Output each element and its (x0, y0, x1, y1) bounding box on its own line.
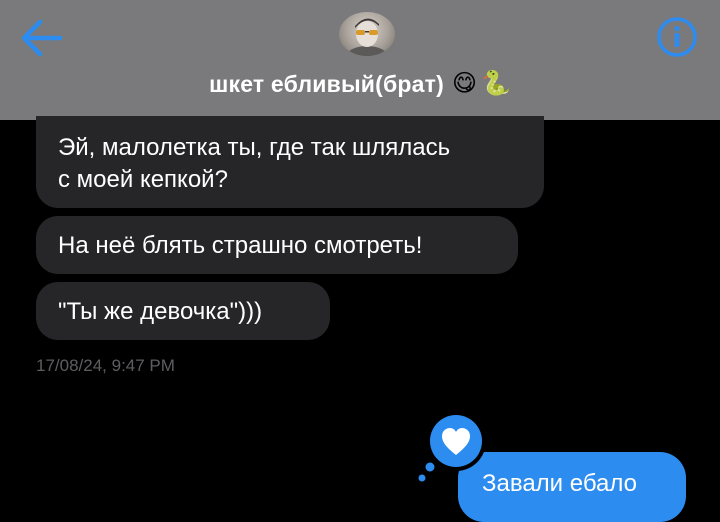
chat-header: шкет ебливый(брат) 😋 🐍 (0, 0, 720, 120)
incoming-message[interactable]: "Ты же девочка"))) (36, 282, 330, 340)
heart-reaction-icon[interactable] (416, 406, 496, 486)
contact-avatar[interactable] (339, 12, 395, 56)
yum-emoji: 😋 (451, 70, 477, 97)
incoming-message[interactable]: Эй, малолетка ты, где так шлялась с моей… (36, 116, 544, 208)
snake-emoji: 🐍 (481, 70, 511, 97)
contact-name: шкет ебливый(брат) (209, 70, 444, 97)
back-arrow-icon[interactable] (18, 18, 64, 58)
incoming-message[interactable]: На неё блять страшно смотреть! (36, 216, 518, 274)
info-icon[interactable] (656, 16, 698, 58)
message-timestamp: 17/08/24, 9:47 PM (36, 356, 175, 375)
contact-title-row[interactable]: шкет ебливый(брат) 😋 🐍 (0, 64, 720, 104)
